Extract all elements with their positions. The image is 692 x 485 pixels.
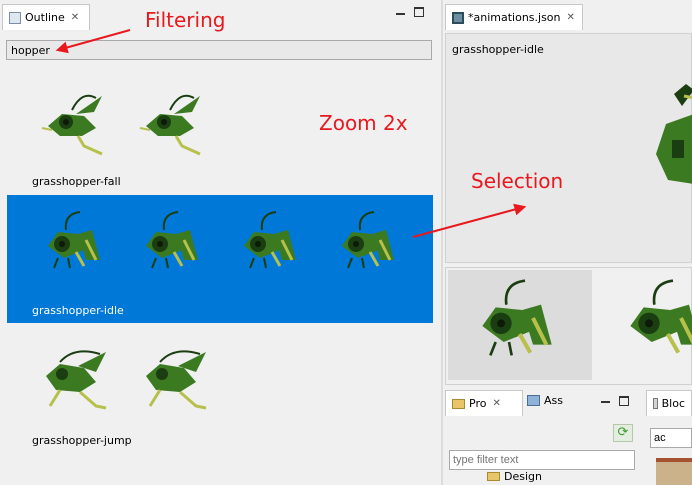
tab-animations-json[interactable]: *animations.json ✕ bbox=[445, 4, 583, 30]
sync-icon[interactable]: ⟳ bbox=[613, 424, 633, 442]
sprite-frame bbox=[146, 211, 198, 269]
outline-panel: Outline ✕ grasshopper-fall bbox=[0, 0, 692, 485]
group-label: grasshopper-idle bbox=[32, 304, 124, 317]
project-filter-input[interactable] bbox=[449, 450, 635, 470]
sprite-frame bbox=[139, 94, 201, 156]
sprite-frame bbox=[482, 279, 552, 356]
maximize-icon[interactable] bbox=[619, 396, 629, 406]
frame-strip bbox=[445, 267, 692, 385]
image-icon bbox=[527, 395, 540, 406]
tab-assets-label: Ass bbox=[544, 394, 563, 407]
animation-name-label: grasshopper-idle bbox=[452, 43, 544, 56]
tree-item-label: Design bbox=[504, 470, 542, 483]
tab-assets[interactable]: Ass bbox=[527, 394, 563, 407]
blocks-filter-input[interactable] bbox=[650, 428, 692, 448]
close-icon[interactable]: ✕ bbox=[567, 12, 575, 23]
sprite-frame bbox=[46, 350, 107, 410]
sprite-frame bbox=[244, 211, 296, 269]
frame-thumb[interactable] bbox=[596, 270, 692, 380]
animation-preview-canvas[interactable]: grasshopper-idle bbox=[445, 33, 692, 263]
sprite-frame bbox=[41, 94, 103, 156]
sprite-zoomed bbox=[656, 84, 692, 184]
sprite-frame bbox=[146, 350, 207, 410]
blocks-panel: Bloc bbox=[644, 388, 692, 485]
block-thumbnail[interactable] bbox=[656, 458, 692, 485]
sprite-frame bbox=[48, 211, 100, 269]
group-label: grasshopper-fall bbox=[32, 175, 121, 188]
film-icon bbox=[452, 11, 464, 24]
frame-thumb-selected[interactable] bbox=[448, 270, 592, 380]
cube-icon bbox=[653, 398, 658, 409]
folder-icon bbox=[487, 472, 500, 481]
folder-icon bbox=[452, 398, 465, 409]
tab-outline[interactable]: Outline ✕ bbox=[2, 4, 90, 30]
outline-filter-input[interactable] bbox=[6, 40, 432, 60]
close-icon[interactable]: ✕ bbox=[492, 398, 500, 409]
minimize-icon[interactable] bbox=[396, 9, 405, 15]
group-label: grasshopper-jump bbox=[32, 434, 132, 447]
project-panel: Pro ✕ Ass ⟳ Design bbox=[443, 388, 641, 485]
annotation-selection: Selection bbox=[471, 169, 564, 193]
outline-icon bbox=[9, 11, 21, 24]
annotation-filtering: Filtering bbox=[145, 8, 226, 32]
sprite-frame bbox=[630, 279, 692, 354]
tab-blocks[interactable]: Bloc bbox=[646, 390, 692, 416]
tab-project-label: Pro bbox=[469, 397, 487, 410]
minimize-icon[interactable] bbox=[601, 397, 610, 403]
tab-animations-label: *animations.json bbox=[468, 11, 561, 24]
tab-outline-label: Outline bbox=[25, 11, 65, 24]
maximize-icon[interactable] bbox=[414, 7, 424, 17]
close-icon[interactable]: ✕ bbox=[71, 12, 79, 23]
sprite-frame bbox=[342, 211, 394, 269]
tab-blocks-label: Bloc bbox=[661, 397, 685, 410]
annotation-zoom: Zoom 2x bbox=[319, 111, 408, 135]
tab-project[interactable]: Pro ✕ bbox=[445, 390, 523, 416]
tree-item-design[interactable]: Design bbox=[487, 470, 542, 483]
